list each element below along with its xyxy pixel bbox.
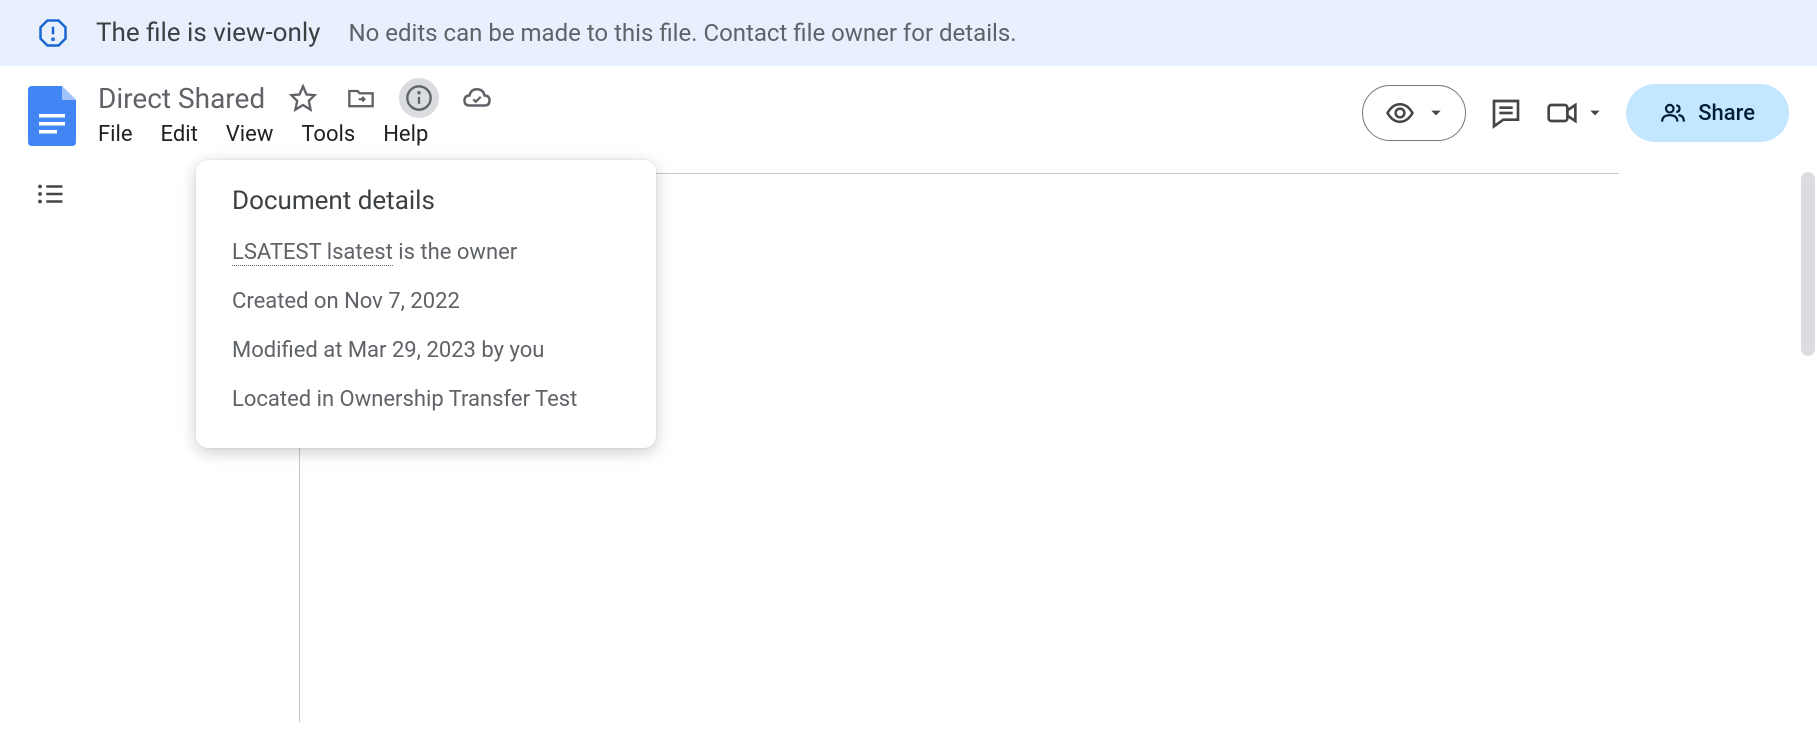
header-actions: Share — [1362, 84, 1789, 142]
banner-subtitle: No edits can be made to this file. Conta… — [348, 19, 1016, 47]
alert-icon — [38, 18, 68, 48]
comment-icon — [1490, 97, 1522, 129]
star-icon[interactable] — [283, 78, 323, 118]
list-icon — [35, 179, 65, 209]
comments-button[interactable] — [1490, 97, 1522, 129]
menu-file[interactable]: File — [98, 120, 133, 149]
document-details-icon[interactable] — [399, 78, 439, 118]
popup-modified-line: Modified at Mar 29, 2023 by you — [232, 338, 620, 363]
docs-logo-icon[interactable] — [28, 86, 76, 146]
menu-help[interactable]: Help — [383, 120, 428, 149]
outline-toggle-button[interactable] — [35, 179, 65, 722]
eye-icon — [1385, 98, 1415, 128]
left-sidebar — [0, 149, 100, 722]
people-icon — [1660, 100, 1686, 126]
video-icon — [1546, 97, 1578, 129]
share-button[interactable]: Share — [1626, 84, 1789, 142]
banner-title: The file is view-only — [96, 18, 320, 48]
popup-owner-line: LSATEST lsatest is the owner — [232, 240, 620, 265]
app-header: Direct Shared — [0, 66, 1817, 149]
meet-button[interactable] — [1546, 97, 1602, 129]
menu-view[interactable]: View — [226, 120, 274, 149]
title-area: Direct Shared — [98, 78, 1340, 149]
move-folder-icon[interactable] — [341, 78, 381, 118]
document-title[interactable]: Direct Shared — [98, 82, 265, 115]
owner-suffix: is the owner — [393, 240, 517, 265]
menu-tools[interactable]: Tools — [301, 120, 355, 149]
chevron-down-icon — [1588, 106, 1602, 120]
view-mode-button[interactable] — [1362, 85, 1466, 141]
menu-edit[interactable]: Edit — [161, 120, 198, 149]
owner-name[interactable]: LSATEST lsatest — [232, 240, 393, 266]
menu-bar: File Edit View Tools Help — [98, 120, 1340, 149]
chevron-down-icon — [1429, 106, 1443, 120]
scrollbar-thumb[interactable] — [1801, 172, 1815, 356]
view-only-banner: The file is view-only No edits can be ma… — [0, 0, 1817, 66]
document-details-popup: Document details LSATEST lsatest is the … — [196, 160, 656, 448]
popup-located-line: Located in Ownership Transfer Test — [232, 387, 620, 412]
share-label: Share — [1698, 101, 1755, 126]
popup-created-line: Created on Nov 7, 2022 — [232, 289, 620, 314]
cloud-status-icon[interactable] — [457, 78, 497, 118]
title-row: Direct Shared — [98, 78, 1340, 118]
popup-title: Document details — [232, 186, 620, 216]
